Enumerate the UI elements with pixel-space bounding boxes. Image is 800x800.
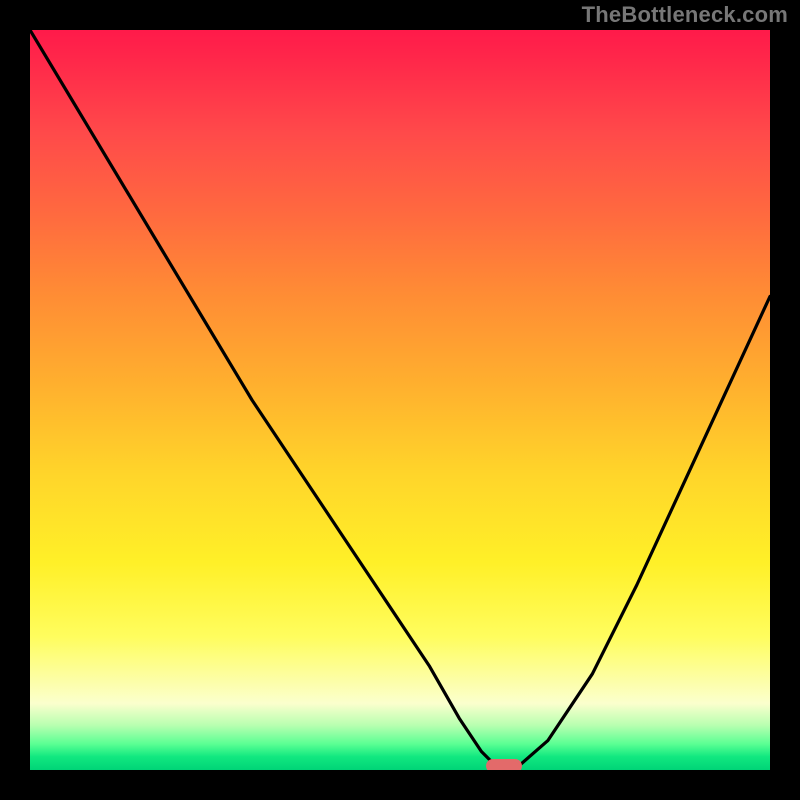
watermark-text: TheBottleneck.com xyxy=(582,2,788,28)
plot-area xyxy=(30,30,770,770)
bottleneck-curve xyxy=(30,30,770,766)
optimum-marker xyxy=(486,759,522,770)
chart-frame: TheBottleneck.com xyxy=(0,0,800,800)
curve-svg xyxy=(30,30,770,770)
